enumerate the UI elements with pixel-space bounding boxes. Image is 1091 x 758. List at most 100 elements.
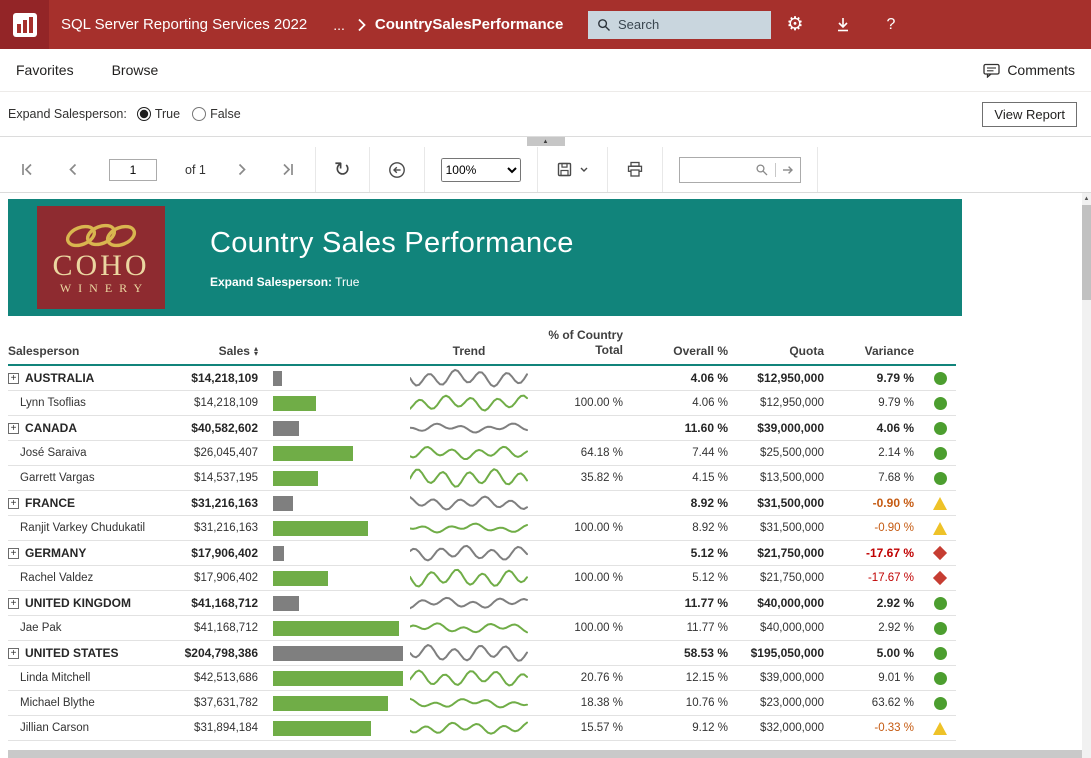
- variance-value: -17.67 %: [834, 572, 924, 584]
- sales-value: $31,216,163: [180, 522, 270, 534]
- coho-rings-icon: [54, 220, 148, 252]
- comments-button[interactable]: Comments: [983, 62, 1075, 78]
- find-next-icon[interactable]: [782, 164, 794, 176]
- kpi-indicator-cell: [924, 697, 956, 710]
- sales-bar: [273, 496, 293, 511]
- sales-bar: [273, 521, 368, 536]
- sales-value: $204,798,386: [180, 646, 270, 660]
- find-group: [663, 147, 818, 192]
- variance-value: 9.79 %: [834, 371, 924, 385]
- coho-winery-logo: COHO WINERY: [37, 206, 165, 309]
- radio-true[interactable]: [137, 107, 151, 121]
- salesperson-name: UNITED KINGDOM: [25, 596, 131, 610]
- red-diamond-indicator: [933, 546, 947, 560]
- collapse-parameters-button[interactable]: ▲: [527, 137, 565, 146]
- trend-sparkline-cell: [408, 392, 530, 414]
- report-viewer-toolbar: of 1 ↻ 100%: [0, 147, 1091, 193]
- print-button[interactable]: [624, 159, 646, 180]
- sales-bar-cell: [270, 571, 408, 586]
- quota-value: $31,500,000: [738, 496, 834, 510]
- table-row-country: +FRANCE$31,216,1638.92 %$31,500,000-0.90…: [8, 491, 956, 516]
- back-to-parent-button[interactable]: [386, 159, 408, 181]
- param-option-true[interactable]: True: [137, 107, 180, 121]
- collapse-arrow-icon: ▲: [543, 139, 549, 145]
- back-arrow-icon: [388, 161, 406, 179]
- table-row-salesperson: Rachel Valdez$17,906,402100.00 %5.12 %$2…: [8, 566, 956, 591]
- sales-bar-cell: [270, 721, 408, 736]
- find-box[interactable]: [679, 157, 801, 183]
- zoom-select[interactable]: 100%: [441, 158, 521, 182]
- salesperson-name: Michael Blythe: [20, 697, 95, 709]
- app-header: SQL Server Reporting Services 2022 ... C…: [0, 0, 1091, 49]
- table-row-country: +AUSTRALIA$14,218,1094.06 %$12,950,0009.…: [8, 366, 956, 391]
- pct-of-country-total-value: 100.00 %: [530, 622, 633, 634]
- settings-button[interactable]: ⚙: [771, 0, 819, 49]
- expand-toggle-icon[interactable]: +: [8, 548, 19, 559]
- previous-page-button[interactable]: [65, 160, 81, 179]
- red-diamond-indicator: [933, 571, 947, 585]
- find-search-icon[interactable]: [755, 163, 769, 177]
- radio-false-label: False: [210, 107, 241, 121]
- col-header-pct-of-country-total: % of Country Total: [530, 328, 633, 358]
- find-input[interactable]: [686, 163, 749, 177]
- vertical-scrollbar-thumb[interactable]: [1082, 205, 1091, 300]
- expand-toggle-icon[interactable]: +: [8, 373, 19, 384]
- trend-sparkline: [410, 492, 528, 514]
- col-header-sales[interactable]: Sales ▴▾: [180, 344, 270, 358]
- sales-bar: [273, 596, 299, 611]
- report-parameter-echo-value: True: [335, 275, 359, 289]
- overall-pct-value: 4.15 %: [633, 472, 738, 484]
- sales-bar: [273, 546, 284, 561]
- table-row-salesperson: Linda Mitchell$42,513,68620.76 %12.15 %$…: [8, 666, 956, 691]
- green-circle-indicator: [934, 447, 947, 460]
- kpi-indicator-cell: [924, 497, 956, 510]
- trend-sparkline-cell: [408, 667, 530, 689]
- horizontal-scrollbar[interactable]: [8, 750, 1082, 758]
- expand-toggle-icon[interactable]: +: [8, 498, 19, 509]
- salesperson-cell: Ranjit Varkey Chudukatil: [8, 522, 180, 534]
- next-page-button[interactable]: [234, 160, 250, 179]
- overall-pct-value: 9.12 %: [633, 722, 738, 734]
- search-input[interactable]: [618, 17, 762, 32]
- quota-value: $32,000,000: [738, 722, 834, 734]
- salesperson-cell: Garrett Vargas: [8, 472, 180, 484]
- quota-value: $21,750,000: [738, 546, 834, 560]
- refresh-button[interactable]: ↻: [332, 158, 353, 182]
- current-page-input[interactable]: [109, 159, 157, 181]
- scroll-up-icon: ▲: [1084, 196, 1090, 202]
- green-circle-indicator: [934, 622, 947, 635]
- expand-toggle-icon[interactable]: +: [8, 598, 19, 609]
- tab-favorites[interactable]: Favorites: [16, 62, 74, 78]
- ssrs-logo[interactable]: [0, 0, 49, 49]
- pct-of-country-total-value: 20.76 %: [530, 672, 633, 684]
- parameter-collapse-strip: ▲: [0, 137, 1091, 147]
- kpi-indicator-cell: [924, 397, 956, 410]
- first-page-button[interactable]: [18, 160, 37, 179]
- search-box[interactable]: [588, 11, 771, 39]
- trend-sparkline: [410, 617, 528, 639]
- salesperson-name: José Saraiva: [20, 447, 86, 459]
- trend-sparkline-cell: [408, 592, 530, 614]
- breadcrumb-overflow[interactable]: ...: [333, 17, 345, 33]
- trend-sparkline: [410, 467, 528, 489]
- param-option-false[interactable]: False: [192, 107, 241, 121]
- kpi-indicator-cell: [924, 647, 956, 660]
- view-report-button[interactable]: View Report: [982, 102, 1077, 127]
- sales-value: $31,216,163: [180, 496, 270, 510]
- table-row-salesperson: José Saraiva$26,045,40764.18 %7.44 %$25,…: [8, 441, 956, 466]
- radio-false[interactable]: [192, 107, 206, 121]
- sales-bar: [273, 671, 403, 686]
- vertical-scrollbar[interactable]: ▲: [1082, 193, 1091, 758]
- pct-of-country-total-value: 64.18 %: [530, 447, 633, 459]
- save-export-button[interactable]: [554, 159, 591, 180]
- last-page-button[interactable]: [278, 160, 297, 179]
- expand-toggle-icon[interactable]: +: [8, 648, 19, 659]
- tab-browse[interactable]: Browse: [112, 62, 159, 78]
- scroll-up-button[interactable]: ▲: [1082, 193, 1091, 205]
- sales-bar: [273, 571, 328, 586]
- download-button[interactable]: [819, 0, 867, 49]
- page-count-label: of 1: [185, 163, 206, 177]
- expand-toggle-icon[interactable]: +: [8, 423, 19, 434]
- kpi-indicator-cell: [924, 622, 956, 635]
- help-button[interactable]: ?: [867, 0, 915, 49]
